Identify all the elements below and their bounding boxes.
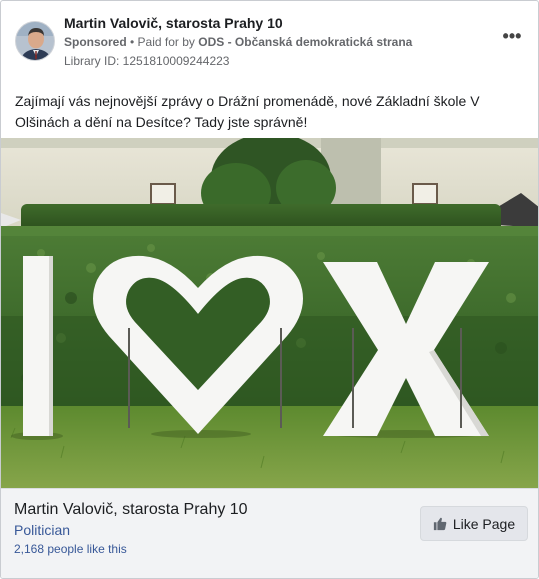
library-id: Library ID: 1251810009244223 <box>64 54 230 68</box>
like-page-button[interactable]: Like Page <box>420 506 528 541</box>
thumbs-up-icon <box>433 517 447 531</box>
ad-image[interactable] <box>1 138 538 488</box>
avatar[interactable] <box>15 21 55 61</box>
post-header: Martin Valovič, starosta Prahy 10 Sponso… <box>15 15 526 73</box>
author-name[interactable]: Martin Valovič, starosta Prahy 10 <box>64 15 283 31</box>
like-page-label: Like Page <box>452 515 516 532</box>
ad-card: Martin Valovič, starosta Prahy 10 Sponso… <box>0 0 539 579</box>
post-message: Zajímají vás nejnovější zprávy o Drážní … <box>15 93 480 130</box>
sponsored-label: Sponsored <box>64 35 127 49</box>
page-name[interactable]: Martin Valovič, starosta Prahy 10 <box>14 501 248 519</box>
paid-for-prefix: • Paid for by <box>126 35 199 49</box>
payer-name: ODS - Občanská demokratická strana <box>198 35 413 49</box>
more-options-icon[interactable]: ••• <box>498 27 526 49</box>
page-footer: Martin Valovič, starosta Prahy 10 Politi… <box>1 488 538 578</box>
page-likes-count[interactable]: 2,168 people like this <box>14 542 127 556</box>
ad-meta: Sponsored • Paid for by ODS - Občanská d… <box>64 35 412 49</box>
page-category[interactable]: Politician <box>14 522 70 538</box>
